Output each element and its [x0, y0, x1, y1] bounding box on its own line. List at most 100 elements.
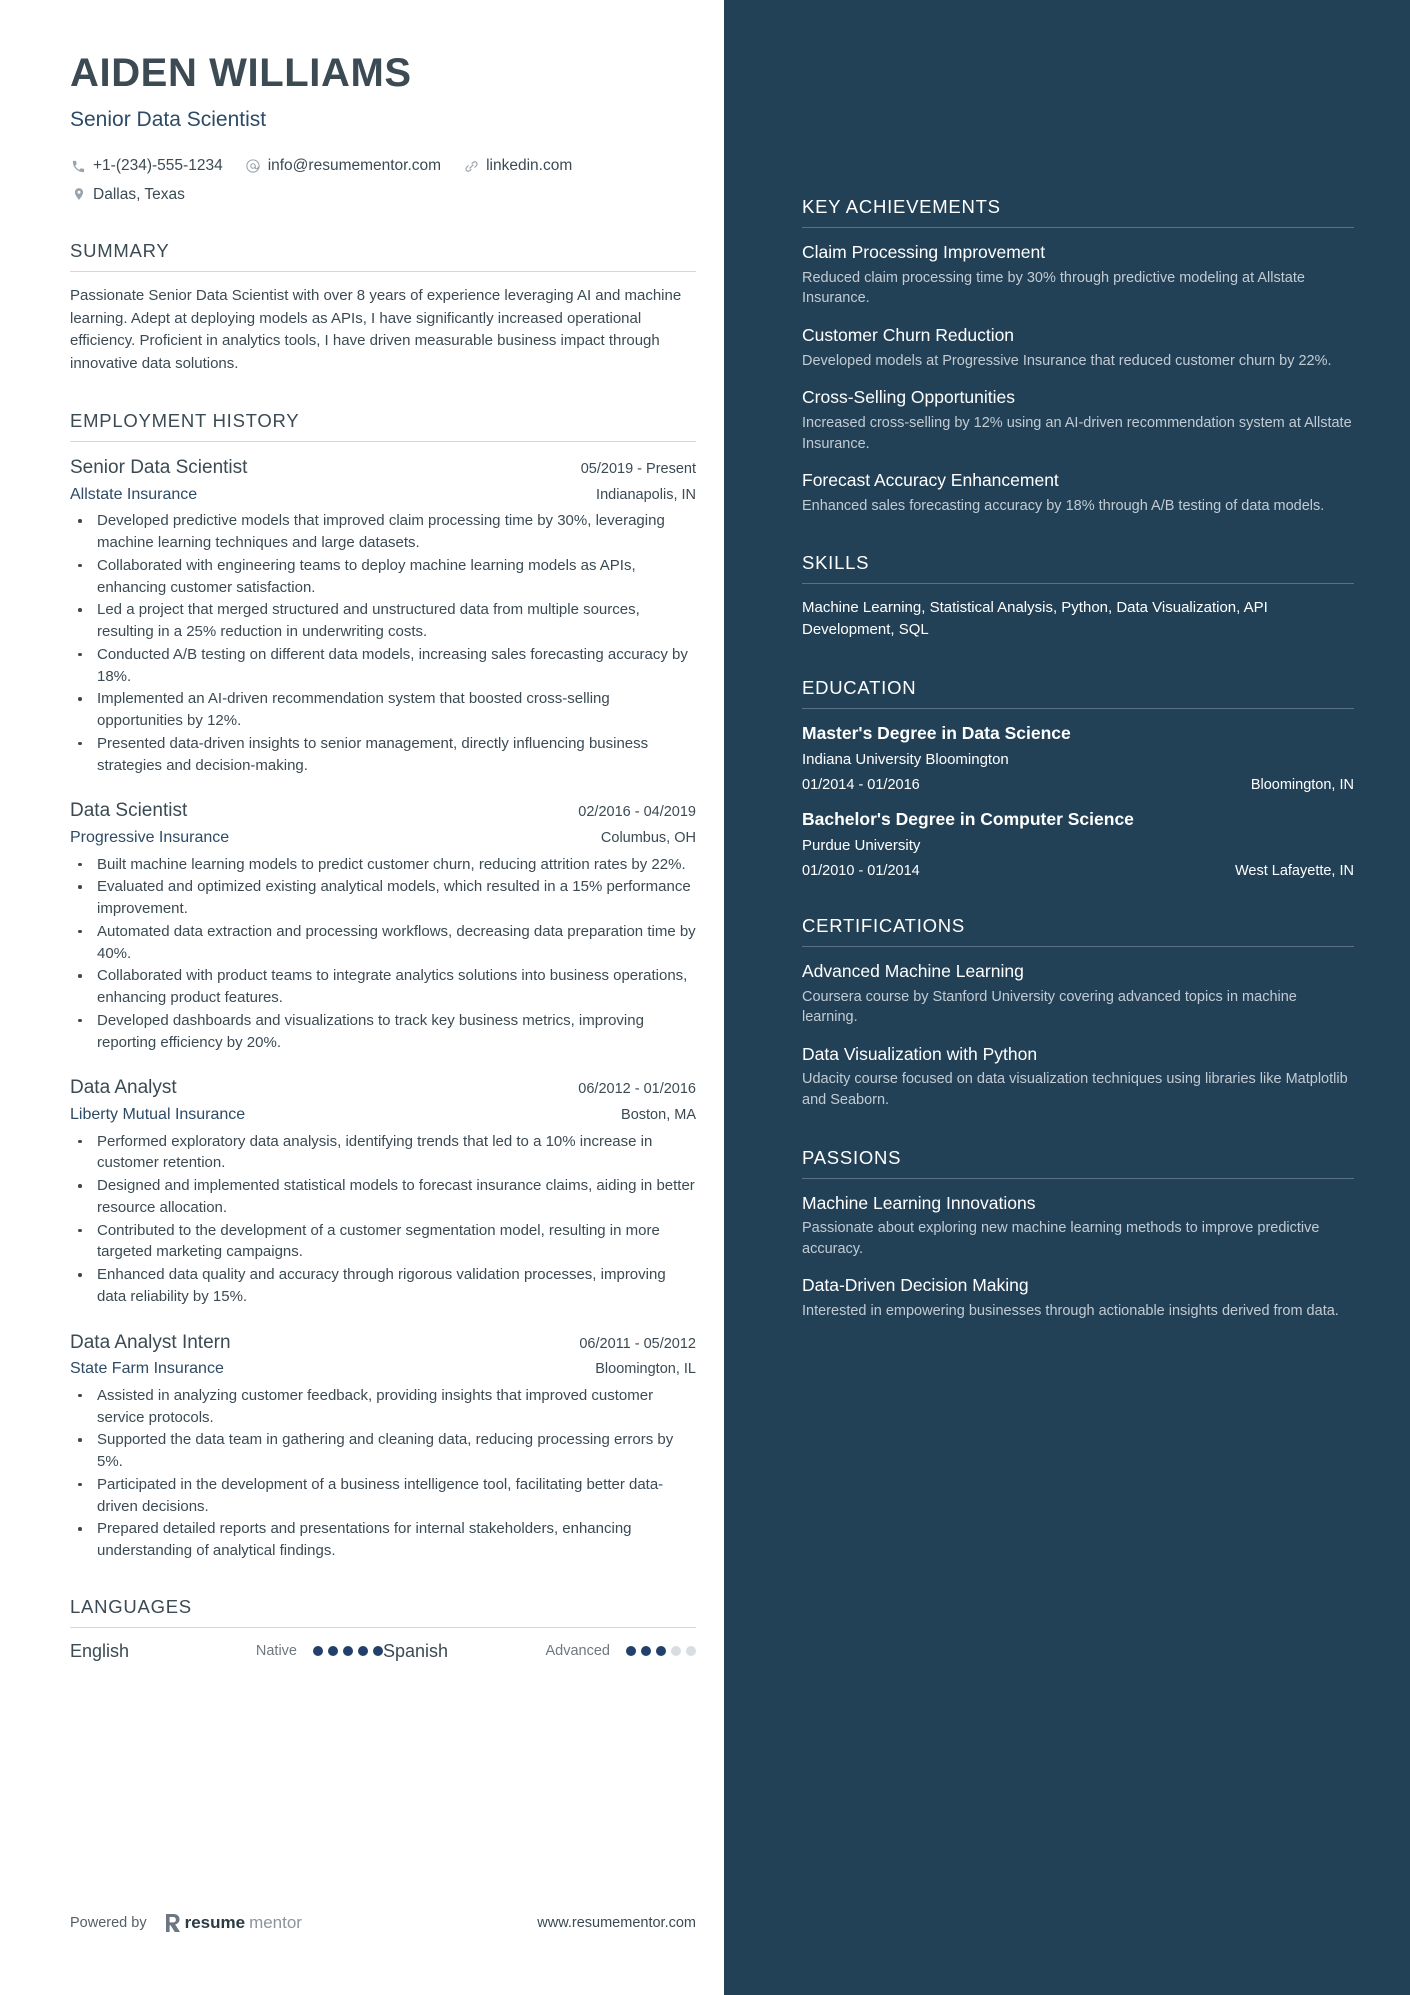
section-employment-history: EMPLOYMENT HISTORY Senior Data Scientist…	[70, 410, 696, 1562]
job-dates: 02/2016 - 04/2019	[578, 804, 696, 821]
education-dates: 01/2014 - 01/2016	[802, 777, 920, 793]
passion-title: Data-Driven Decision Making	[802, 1275, 1029, 1296]
job-dates: 06/2012 - 01/2016	[578, 1081, 696, 1098]
certification-description: Coursera course by Stanford University c…	[802, 988, 1297, 1026]
resume-page: KEY ACHIEVEMENTS Claim Processing Improv…	[0, 0, 1410, 1995]
achievement-title: Cross-Selling Opportunities	[802, 387, 1016, 408]
rating-dot-filled	[343, 1646, 353, 1657]
job-bullet: Implemented an AI-driven recommendation …	[70, 688, 696, 732]
candidate-job-title: Senior Data Scientist	[70, 108, 267, 132]
main-column: AIDEN WILLIAMS Senior Data Scientist +1-…	[0, 0, 724, 1995]
rating-dot-filled	[641, 1646, 651, 1657]
education-degree: Master's Degree in Data Science	[802, 723, 1071, 744]
languages-row: English Native Spanish Advanced	[70, 1641, 696, 1662]
language-rating-dots	[313, 1646, 383, 1657]
rating-dot-empty	[671, 1646, 681, 1657]
job-bullet-list: Built machine learning models to predict…	[70, 854, 696, 1054]
rating-dot-filled	[656, 1646, 666, 1657]
rating-dot-filled	[626, 1646, 636, 1657]
language-item: English Native	[70, 1641, 383, 1662]
job-entry: Data Scientist 02/2016 - 04/2019 Progres…	[70, 798, 696, 1053]
candidate-name: AIDEN WILLIAMS	[70, 51, 412, 95]
location-pin-icon	[70, 186, 87, 203]
contact-link[interactable]: linkedin.com	[463, 154, 572, 177]
achievement-description: Increased cross-selling by 12% using an …	[802, 414, 1352, 452]
contact-link-text: linkedin.com	[486, 157, 573, 175]
contact-email[interactable]: info@resumementor.com	[245, 154, 441, 177]
job-header: Data Scientist 02/2016 - 04/2019	[70, 798, 696, 824]
education-location: Bloomington, IN	[1250, 777, 1354, 793]
job-bullet: Developed dashboards and visualizations …	[70, 1010, 696, 1054]
job-bullet-list: Developed predictive models that improve…	[70, 510, 696, 776]
job-bullet: Built machine learning models to predict…	[70, 854, 696, 876]
job-bullet: Automated data extraction and processing…	[70, 921, 696, 965]
section-summary: SUMMARY Passionate Senior Data Scientist…	[70, 240, 696, 376]
job-bullet: Led a project that merged structured and…	[70, 599, 696, 643]
rating-dot-filled	[373, 1646, 383, 1657]
rating-dot-filled	[358, 1646, 368, 1657]
job-entry: Data Analyst Intern 06/2011 - 05/2012 St…	[70, 1330, 696, 1562]
job-subheader: State Farm Insurance Bloomington, IL	[70, 1358, 696, 1380]
education-item: Master's Degree in Data Science Indiana …	[802, 722, 1354, 793]
powered-by-label: Powered by	[70, 1915, 147, 1931]
passion-description: Passionate about exploring new machine l…	[802, 1220, 1320, 1257]
sidebar-section-certifications: CERTIFICATIONS Advanced Machine Learning…	[802, 915, 1354, 1111]
sidebar-section-title: PASSIONS	[802, 1147, 1354, 1179]
brand-name-second: mentor	[249, 1913, 302, 1932]
job-header: Senior Data Scientist 05/2019 - Present	[70, 455, 696, 481]
job-bullet: Conducted A/B testing on different data …	[70, 644, 696, 688]
certification-item: Data Visualization with Python Udacity c…	[802, 1043, 1354, 1111]
footer: Powered by resume mentor www.resumementor…	[70, 1913, 696, 1933]
job-location: Bloomington, IL	[595, 1361, 696, 1378]
skills-list: Machine Learning, Statistical Analysis, …	[802, 599, 1268, 639]
footer-url: www.resumementor.com	[537, 1915, 696, 1931]
resumementor-logo[interactable]: resume mentor	[165, 1913, 302, 1933]
job-location: Boston, MA	[621, 1106, 696, 1123]
education-degree: Bachelor's Degree in Computer Science	[802, 809, 1134, 829]
language-name: English	[70, 1640, 130, 1661]
passion-item: Data-Driven Decision Making Interested i…	[802, 1274, 1354, 1321]
education-location: West Lafayette, IN	[1234, 862, 1354, 879]
job-bullet: Presented data-driven insights to senior…	[70, 733, 696, 777]
achievement-description: Developed models at Progressive Insuranc…	[802, 352, 1332, 369]
job-subheader: Progressive Insurance Columbus, OH	[70, 827, 696, 849]
certification-description: Udacity course focused on data visualiza…	[802, 1071, 1348, 1108]
brand-name-first: resume	[184, 1913, 246, 1932]
job-company: Allstate Insurance	[70, 485, 198, 503]
job-bullet: Performed exploratory data analysis, ide…	[70, 1131, 696, 1175]
contact-location-text: Dallas, Texas	[93, 185, 185, 203]
email-icon	[245, 158, 262, 175]
job-bullet: Enhanced data quality and accuracy throu…	[70, 1264, 696, 1308]
job-entry: Data Analyst 06/2012 - 01/2016 Liberty M…	[70, 1075, 696, 1307]
job-bullet: Contributed to the development of a cust…	[70, 1220, 696, 1264]
job-position: Senior Data Scientist	[70, 457, 248, 479]
contact-location: Dallas, Texas	[70, 183, 185, 206]
rating-dot-filled	[328, 1646, 338, 1657]
achievement-item: Cross-Selling Opportunities Increased cr…	[802, 386, 1354, 454]
passion-description: Interested in empowering businesses thro…	[802, 1303, 1339, 1320]
job-bullet: Evaluated and optimized existing analyti…	[70, 876, 696, 920]
job-header: Data Analyst 06/2012 - 01/2016	[70, 1075, 696, 1101]
sidebar: KEY ACHIEVEMENTS Claim Processing Improv…	[724, 0, 1410, 1995]
job-dates: 06/2011 - 05/2012	[579, 1335, 696, 1352]
language-level: Advanced	[545, 1643, 611, 1660]
section-languages: LANGUAGES English Native Spanish Advance…	[70, 1596, 696, 1662]
job-location: Columbus, OH	[600, 829, 696, 846]
job-position: Data Analyst	[70, 1077, 177, 1099]
contact-line-location: Dallas, Texas	[70, 183, 696, 206]
contact-phone[interactable]: +1-(234)-555-1234	[70, 154, 223, 177]
job-bullet: Collaborated with product teams to integ…	[70, 965, 696, 1009]
link-icon	[463, 158, 480, 175]
section-title-employment: EMPLOYMENT HISTORY	[70, 410, 696, 443]
achievement-title: Claim Processing Improvement	[802, 242, 1046, 262]
achievement-title: Customer Churn Reduction	[802, 324, 1015, 345]
job-company: Liberty Mutual Insurance	[70, 1105, 246, 1123]
job-entry: Senior Data Scientist 05/2019 - Present …	[70, 455, 696, 776]
job-bullet-list: Assisted in analyzing customer feedback,…	[70, 1385, 696, 1562]
phone-icon	[70, 158, 87, 175]
job-bullet: Supported the data team in gathering and…	[70, 1429, 696, 1473]
job-company: Progressive Insurance	[70, 828, 230, 846]
certification-title: Advanced Machine Learning	[802, 960, 1024, 981]
sidebar-section-passions: PASSIONS Machine Learning Innovations Pa…	[802, 1147, 1354, 1322]
job-bullet: Participated in the development of a bus…	[70, 1474, 696, 1518]
